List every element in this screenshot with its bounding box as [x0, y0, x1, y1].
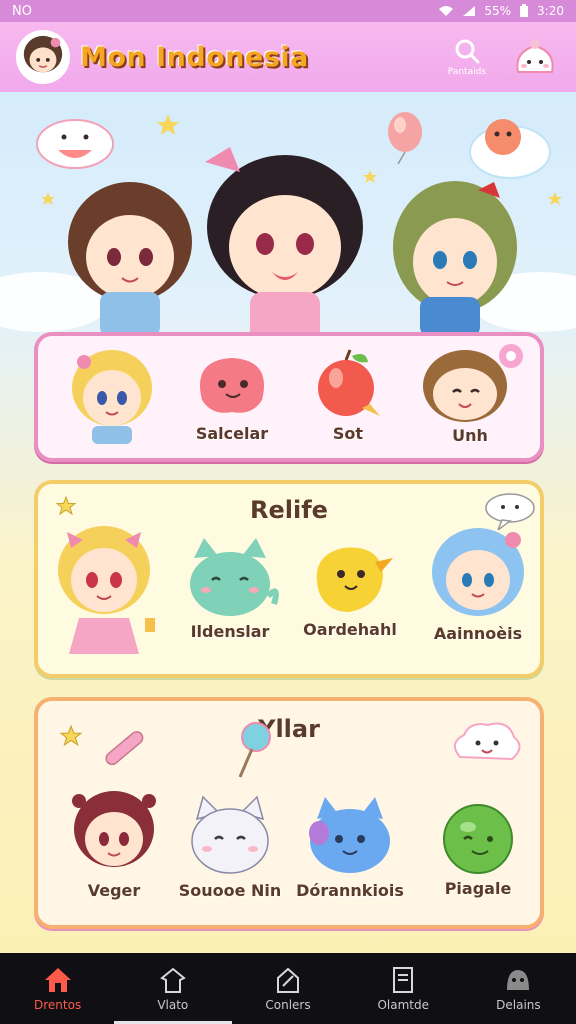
blonde-girl-icon [72, 350, 152, 444]
search-button[interactable]: Pantaids [448, 37, 486, 77]
blue-hair-girl-icon [432, 528, 524, 616]
nav-item-olamtde[interactable]: Olamtde [346, 953, 461, 1024]
panel-3-item-4-label: Piagale [444, 879, 512, 898]
panel-1-item-2[interactable]: Salcelar [172, 350, 292, 443]
panel-2-item-1[interactable] [44, 518, 164, 664]
character-panel-3: Yllar Veger Souooe Nin Dórannkiois Piaga… [34, 697, 544, 929]
pink-blob-icon [200, 358, 264, 413]
red-hair-girl-icon [72, 791, 156, 867]
nav-label-conlers: Conlers [265, 997, 311, 1012]
bottom-nav: Drentos Vlato Conlers Olamtde Delains [0, 953, 576, 1024]
panel-2-item-3[interactable]: Oardehahl [290, 536, 410, 639]
apple-icon [318, 349, 380, 416]
pencil-icon [277, 967, 299, 993]
panel-1-item-1[interactable] [52, 344, 172, 446]
search-label: Pantaids [447, 67, 486, 77]
white-cat-icon [191, 795, 269, 874]
avatar[interactable] [16, 30, 70, 84]
clock: 3:20 [537, 4, 564, 18]
green-blob-icon [443, 804, 513, 874]
character-panel-2: Relife Ildenslar Oardehahl Aainnoèis [34, 480, 544, 678]
character-panel-1: Salcelar Sot Unh [34, 332, 544, 462]
panel-3-item-2[interactable]: Souooe Nin [170, 793, 290, 900]
mascot-icon[interactable] [510, 34, 560, 80]
panel-3-item-3-label: Dórannkiois [296, 881, 404, 900]
hero-illustration [0, 112, 576, 342]
panel-3-item-1-label: Veger [87, 881, 141, 900]
cloud-mascot-right-icon [469, 119, 551, 179]
panel-2-item-4[interactable]: Aainnoèis [418, 522, 538, 643]
alien-icon [507, 969, 530, 990]
app-title: Mon Indonesia [80, 41, 309, 73]
hero-banner [0, 92, 576, 342]
nav-label-drentos: Drentos [34, 997, 82, 1012]
header-actions: Pantaids [448, 34, 560, 80]
panel-2-item-3-label: Oardehahl [303, 620, 397, 639]
nav-item-drentos[interactable]: Drentos [0, 953, 115, 1024]
wifi-icon [439, 6, 454, 16]
panel-3-item-4[interactable]: Piagale [418, 797, 538, 898]
panel-2-item-2-label: Ildenslar [190, 622, 270, 641]
yellow-bird-icon [316, 547, 393, 612]
black-hair-girl-icon [205, 147, 363, 342]
panel-1-item-2-label: Salcelar [195, 424, 269, 443]
signal-icon [463, 6, 476, 16]
panel-1-item-3[interactable]: Sot [288, 346, 408, 443]
cloud-face-icon [453, 722, 521, 761]
shirt-icon [159, 967, 186, 993]
panel-1-item-3-label: Sot [332, 424, 364, 443]
document-icon [393, 966, 414, 993]
brown-hair-girl-small-icon [423, 344, 523, 422]
nav-label-delains: Delains [496, 997, 541, 1012]
panel-1-item-4[interactable]: Unh [410, 342, 530, 445]
nav-label-olamtde: Olamtde [377, 997, 429, 1012]
cloud-mascot-icon [36, 119, 114, 169]
blue-cat-icon [309, 797, 390, 873]
lollipop-icon [238, 722, 271, 778]
status-icons: 55% 3:20 [438, 4, 564, 18]
battery-percent: 55% [484, 4, 512, 18]
girl-avatar-icon [23, 35, 63, 73]
nav-item-delains[interactable]: Delains [461, 953, 576, 1024]
panel-2-item-4-label: Aainnoèis [433, 624, 523, 643]
search-icon [455, 39, 480, 64]
carrier-label: NO [12, 3, 32, 19]
panel-2-item-2[interactable]: Ildenslar [170, 534, 290, 641]
nav-label-vlato: Vlato [157, 997, 189, 1012]
panel-3-item-2-label: Souooe Nin [178, 881, 282, 900]
nav-item-vlato[interactable]: Vlato [115, 953, 230, 1024]
blonde-girl-pink-dress-icon [58, 526, 155, 654]
mint-cat-icon [190, 538, 279, 616]
battery-icon [520, 4, 529, 17]
panel-3-item-3[interactable]: Dórannkiois [290, 793, 410, 900]
balloon-icon [388, 112, 422, 165]
nav-item-conlers[interactable]: Conlers [230, 953, 345, 1024]
status-bar: NO 55% 3:20 [0, 0, 576, 22]
app-header: Mon Indonesia Pantaids [0, 22, 576, 92]
panel-3-item-1[interactable]: Veger [54, 787, 174, 900]
panel-1-item-4-label: Unh [452, 426, 488, 445]
home-icon [44, 967, 71, 992]
